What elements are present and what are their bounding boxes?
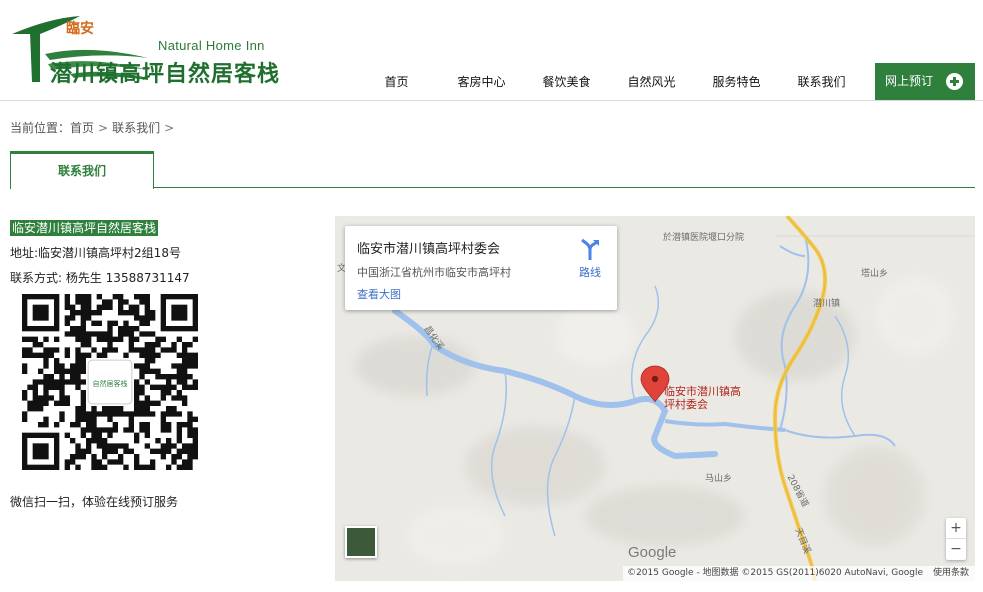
nav-services[interactable]: 服务特色 bbox=[694, 64, 779, 100]
directions-icon bbox=[581, 238, 599, 260]
main-nav: 首页 客房中心 餐饮美食 自然风光 服务特色 联系我们 bbox=[354, 64, 864, 100]
map-label-mashan: 马山乡 bbox=[705, 474, 733, 484]
inn-name: 临安潜川镇高坪自然居客栈 bbox=[10, 220, 159, 236]
qr-code-icon: 自然居客栈 bbox=[22, 294, 198, 470]
site-header: 臨安 Natural Home Inn 潜川镇高坪自然居客栈 首页 客房中心 餐… bbox=[0, 0, 983, 101]
breadcrumb: 当前位置：首页 > 联系我们 > bbox=[10, 119, 178, 136]
plus-circle-icon bbox=[946, 73, 963, 90]
map-attribution: ©2015 Google - 地图数据 ©2015 GS(2011)6020 A… bbox=[623, 566, 975, 581]
nav-dining[interactable]: 餐饮美食 bbox=[524, 64, 609, 100]
tab-contact-us[interactable]: 联系我们 bbox=[10, 151, 154, 189]
nav-rooms[interactable]: 客房中心 bbox=[439, 64, 524, 100]
map-label-hospital: 於潜镇医院堰口分院 bbox=[663, 233, 745, 243]
map-label-qianchuan: 潜川镇 bbox=[813, 299, 841, 309]
zoom-control: + − bbox=[946, 518, 966, 560]
map-card-title: 临安市潜川镇高坪村委会 bbox=[357, 242, 501, 257]
logo-english-name: Natural Home Inn bbox=[158, 38, 265, 53]
site-logo[interactable]: 臨安 Natural Home Inn 潜川镇高坪自然居客栈 bbox=[10, 12, 279, 87]
nav-home[interactable]: 首页 bbox=[354, 64, 439, 100]
view-larger-map-link[interactable]: 查看大图 bbox=[357, 286, 401, 302]
map-card-address: 中国浙江省杭州市临安市高坪村 bbox=[357, 266, 511, 279]
logo-seal-text: 臨安 bbox=[66, 21, 94, 37]
breadcrumb-home-link[interactable]: 首页 bbox=[70, 121, 94, 135]
tab-underline bbox=[10, 187, 975, 188]
inn-address: 地址:临安潜川镇高坪村2组18号 bbox=[10, 246, 181, 260]
map-pin-label[interactable]: 临安市潜川镇高坪村委会 bbox=[664, 385, 744, 411]
nav-scenery[interactable]: 自然风光 bbox=[609, 64, 694, 100]
breadcrumb-prefix: 当前位置： bbox=[10, 121, 71, 135]
page: 臨安 Natural Home Inn 潜川镇高坪自然居客栈 首页 客房中心 餐… bbox=[0, 0, 983, 592]
nav-contact[interactable]: 联系我们 bbox=[779, 64, 864, 100]
breadcrumb-separator-trailing: > bbox=[164, 121, 175, 135]
qr-center-logo-text: 自然居客栈 bbox=[93, 379, 128, 388]
wechat-qr-code: 自然居客栈 bbox=[22, 294, 198, 470]
online-booking-label: 网上预订 bbox=[885, 74, 934, 88]
qr-caption: 微信扫一扫，体验在线预订服务 bbox=[10, 495, 179, 509]
map-info-card: 临安市潜川镇高坪村委会 中国浙江省杭州市临安市高坪村 查看大图 路线 bbox=[345, 226, 617, 310]
map-attribution-text: ©2015 Google - 地图数据 ©2015 GS(2011)6020 A… bbox=[627, 568, 923, 578]
google-logo: Google bbox=[628, 544, 677, 561]
zoom-out-button[interactable]: − bbox=[946, 539, 966, 560]
breadcrumb-separator: > bbox=[98, 121, 109, 135]
contact-info: 临安潜川镇高坪自然居客栈 地址:临安潜川镇高坪村2组18号 联系方式: 杨先生 … bbox=[10, 220, 320, 470]
breadcrumb-contact-link[interactable]: 联系我们 bbox=[112, 121, 160, 135]
google-map[interactable]: 於潜镇医院堰口分院 文 塔山乡 潜川镇 昌化溪 马山乡 208省道 天目溪 临安… bbox=[335, 216, 975, 581]
directions-label: 路线 bbox=[579, 266, 601, 279]
logo-chinese-name: 潜川镇高坪自然居客栈 bbox=[50, 61, 281, 87]
satellite-toggle[interactable] bbox=[345, 526, 377, 558]
directions-button[interactable]: 路线 bbox=[573, 236, 607, 282]
inn-phone: 联系方式: 杨先生 13588731147 bbox=[10, 271, 190, 285]
online-booking-button[interactable]: 网上预订 bbox=[875, 63, 975, 100]
map-label-tashan: 塔山乡 bbox=[861, 269, 889, 279]
zoom-in-button[interactable]: + bbox=[946, 518, 966, 539]
terms-of-use-link[interactable]: 使用条款 bbox=[933, 568, 969, 578]
